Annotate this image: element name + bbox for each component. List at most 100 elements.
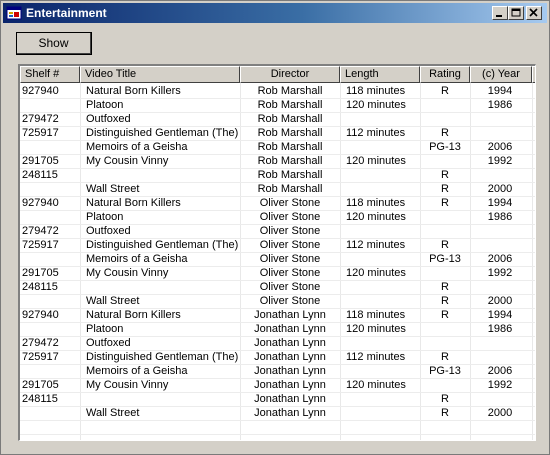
cell-shelf: 279472 [22,113,59,125]
cell-shelf: 291705 [22,379,59,391]
cell-director: Jonathan Lynn [254,379,326,391]
table-row[interactable]: 927940 Natural Born Killers Rob Marshall 11… [20,84,535,99]
cell-year [470,126,530,140]
cell-year [470,336,530,350]
cell-length: 112 minutes [346,351,406,363]
cell-shelf: 248115 [22,281,58,293]
table-row[interactable]: Platoon Jonathan Lynn 120 minutes 1986 [20,322,535,337]
cell-year: 1986 [487,211,513,223]
cell-year [470,112,530,126]
cell-shelf: 279472 [22,337,59,349]
cell-year: 2006 [487,253,513,265]
cell-shelf [22,364,80,378]
table-row[interactable]: 725917 Distinguished Gentleman (The) Jonat… [20,350,535,365]
column-header-shelf[interactable]: Shelf # [20,66,80,83]
cell-length: 120 minutes [346,323,406,335]
cell-length [346,140,422,154]
table-row[interactable]: 279472 Outfoxed Oliver Stone [20,224,535,239]
cell-shelf: 248115 [22,393,58,405]
cell-director: Rob Marshall [257,113,323,125]
column-header-year[interactable]: (c) Year [470,66,532,83]
table-row[interactable]: 927940 Natural Born Killers Oliver Stone 11… [20,196,535,211]
cell-director: Rob Marshall [257,99,323,111]
table-row[interactable]: Platoon Oliver Stone 120 minutes 1986 [20,210,535,225]
cell-length [346,364,422,378]
cell-video-title: Memoirs of a Geisha [86,253,188,265]
cell-length [346,112,422,126]
video-listview[interactable]: Shelf # Video Title Director Length Rati… [18,64,536,441]
cell-year [470,168,530,182]
cell-rating: R [441,309,449,321]
cell-length: 112 minutes [346,127,406,139]
cell-video-title: Outfoxed [86,337,131,349]
cell-director: Oliver Stone [259,281,321,293]
cell-director: Rob Marshall [257,127,323,139]
show-button[interactable]: Show [16,32,92,55]
cell-director: Jonathan Lynn [254,337,326,349]
table-row[interactable]: 725917 Distinguished Gentleman (The) Olive… [20,238,535,253]
table-row[interactable]: 291705 My Cousin Vinny Oliver Stone 120 min… [20,266,535,281]
table-row[interactable]: Wall Street Rob Marshall R 2000 [20,182,535,197]
cell-director: Rob Marshall [257,85,323,97]
column-header-rating[interactable]: Rating [420,66,470,83]
cell-length [346,280,422,294]
column-header-length[interactable]: Length [340,66,420,83]
cell-director: Jonathan Lynn [254,351,326,363]
cell-length [346,168,422,182]
table-row[interactable]: 725917 Distinguished Gentleman (The) Rob M… [20,126,535,141]
cell-shelf: 291705 [22,155,59,167]
cell-length: 118 minutes [346,309,406,321]
cell-video-title: My Cousin Vinny [86,379,169,391]
close-icon [529,8,538,17]
cell-video-title: Natural Born Killers [86,309,181,321]
table-row[interactable]: 248115 Oliver Stone R [20,280,535,295]
cell-director: Oliver Stone [259,211,321,223]
cell-shelf: 279472 [22,225,59,237]
close-button[interactable] [526,6,542,20]
cell-year: 2006 [487,365,513,377]
column-header-filler [532,66,535,83]
cell-shelf [22,182,80,196]
table-row[interactable]: Wall Street Oliver Stone R 2000 [20,294,535,309]
cell-shelf [22,322,80,336]
table-row[interactable]: Wall Street Jonathan Lynn R 2000 [20,406,535,421]
table-row[interactable]: 927940 Natural Born Killers Jonathan Lynn 1… [20,308,535,323]
table-row[interactable]: Memoirs of a Geisha Rob Marshall PG-13 2006 [20,140,535,155]
table-row[interactable]: 279472 Outfoxed Rob Marshall [20,112,535,127]
cell-rating: R [441,351,449,363]
app-icon [6,6,22,20]
cell-video-title: Distinguished Gentleman (The) [86,351,239,363]
column-header-video-title[interactable]: Video Title [80,66,240,83]
cell-year: 2000 [487,183,513,195]
cell-video-title: Outfoxed [86,113,131,125]
cell-director: Jonathan Lynn [254,365,326,377]
title-bar[interactable]: Entertainment [3,3,547,23]
cell-shelf: 927940 [22,309,59,321]
cell-shelf: 725917 [22,127,59,139]
cell-year [470,350,530,364]
cell-length: 112 minutes [346,239,406,251]
table-row[interactable]: 248115 Jonathan Lynn R [20,392,535,407]
cell-year: 2000 [487,407,513,419]
cell-rating [420,224,470,238]
table-row[interactable]: 279472 Outfoxed Jonathan Lynn [20,336,535,351]
cell-video-title: My Cousin Vinny [86,155,169,167]
maximize-button[interactable] [508,6,524,20]
table-row[interactable]: 291705 My Cousin Vinny Rob Marshall 120 min… [20,154,535,169]
table-row[interactable]: 291705 My Cousin Vinny Jonathan Lynn 120 mi… [20,378,535,393]
table-row[interactable]: Memoirs of a Geisha Jonathan Lynn PG-13 200… [20,364,535,379]
column-header-director[interactable]: Director [240,66,340,83]
table-row[interactable] [20,420,535,435]
cell-rating [420,322,470,336]
table-row[interactable]: Platoon Rob Marshall 120 minutes 1986 [20,98,535,113]
cell-length [346,182,422,196]
cell-shelf [22,98,80,112]
minimize-button[interactable] [492,6,508,20]
cell-shelf [22,294,80,308]
cell-rating [420,98,470,112]
window-title: Entertainment [26,6,107,20]
table-row[interactable] [20,434,535,440]
cell-video-title: Outfoxed [86,225,131,237]
table-row[interactable]: 248115 Rob Marshall R [20,168,535,183]
table-row[interactable]: Memoirs of a Geisha Oliver Stone PG-13 2006 [20,252,535,267]
